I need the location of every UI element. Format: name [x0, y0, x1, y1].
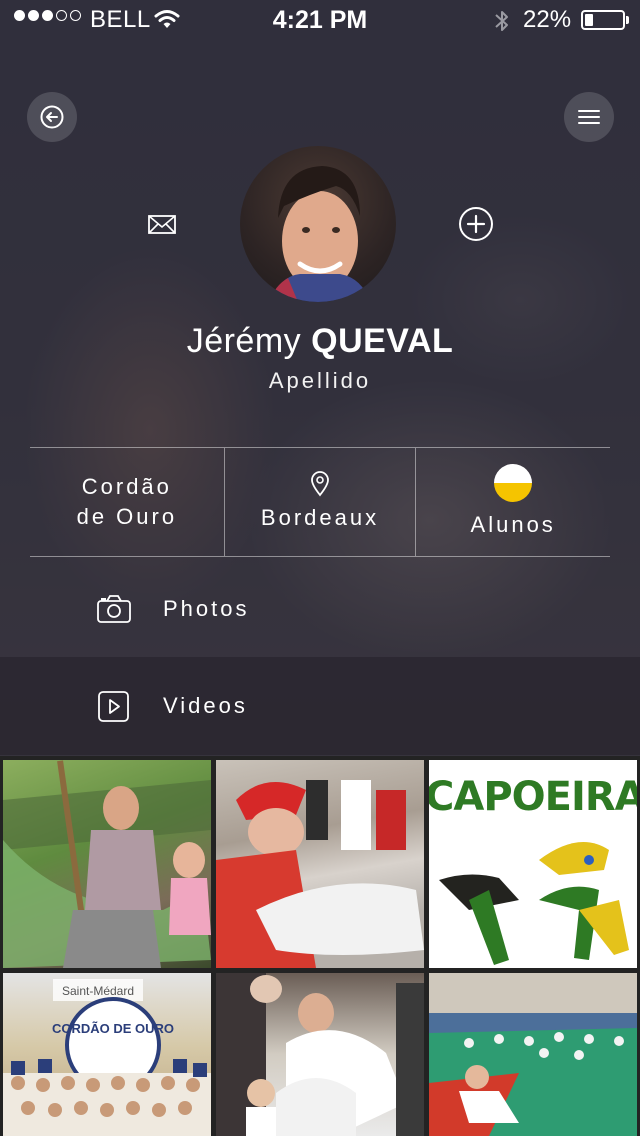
- group-label: Cordão de Ouro: [76, 474, 178, 529]
- battery-fill: [585, 14, 593, 26]
- play-icon: [98, 691, 129, 722]
- last-name: QUEVAL: [311, 322, 454, 360]
- envelope-icon[interactable]: [146, 210, 178, 238]
- menu-button[interactable]: [564, 92, 614, 142]
- banner-text: Saint-Médard: [62, 984, 134, 998]
- avatar-photo: [270, 166, 370, 302]
- location-stat[interactable]: Bordeaux: [223, 448, 416, 556]
- gallery-thumb-capoeira[interactable]: CAPOEIRA: [429, 760, 637, 968]
- level-stat[interactable]: Alunos: [415, 448, 610, 556]
- gallery-thumb-kick[interactable]: [216, 973, 424, 1136]
- videos-menu-item[interactable]: Videos: [0, 657, 640, 755]
- hamburger-menu-icon: [578, 110, 600, 124]
- photos-menu-item[interactable]: Photos: [0, 560, 640, 658]
- gallery-thumb-group[interactable]: Saint-Médard CORDÃO DE OURO: [3, 973, 211, 1136]
- plus-circle-icon[interactable]: [458, 206, 494, 242]
- photos-label: Photos: [163, 596, 250, 621]
- battery-percent: 22%: [523, 6, 572, 33]
- gym-photo: [429, 973, 637, 1136]
- banner-logo-text: CORDÃO DE OURO: [52, 1021, 174, 1036]
- videos-label: Videos: [163, 693, 248, 718]
- level-label: Alunos: [470, 512, 556, 537]
- first-name: Jérémy: [186, 322, 302, 360]
- back-arrow-circle-icon: [40, 105, 64, 129]
- camera-icon: [97, 595, 131, 623]
- location-pin-icon: [311, 471, 329, 497]
- hammock-photo: [3, 760, 211, 968]
- gallery-thumb-gym[interactable]: [429, 973, 637, 1136]
- gallery-thumb-santa[interactable]: [216, 760, 424, 968]
- kick-photo: [216, 973, 424, 1136]
- profile-screen: BELL 4:21 PM 22% Jérémy QUEVAL Apellido …: [0, 0, 640, 1136]
- avatar[interactable]: [240, 146, 396, 302]
- back-button[interactable]: [27, 92, 77, 142]
- battery-icon: [581, 10, 625, 30]
- capoeira-artwork: [439, 842, 629, 965]
- bluetooth-icon: [495, 11, 508, 31]
- group-photo: Saint-Médard CORDÃO DE OURO: [3, 979, 211, 1136]
- profile-name: Jérémy QUEVAL: [0, 322, 640, 361]
- battery-tip: [626, 16, 629, 24]
- profile-subtitle: Apellido: [268, 368, 372, 393]
- gallery-thumb-hammock[interactable]: [3, 760, 211, 968]
- photo-gallery: CAPOEIRA Saint-Médard CORDÃO DE OURO: [0, 756, 640, 1136]
- status-bar: BELL 4:21 PM 22%: [0, 0, 640, 40]
- profile-stats: Cordão de Ouro Bordeaux Alunos: [30, 447, 610, 557]
- santa-photo: [216, 780, 424, 968]
- location-label: Bordeaux: [260, 505, 380, 530]
- cord-level-icon: [494, 464, 533, 502]
- group-stat[interactable]: Cordão de Ouro: [30, 448, 224, 556]
